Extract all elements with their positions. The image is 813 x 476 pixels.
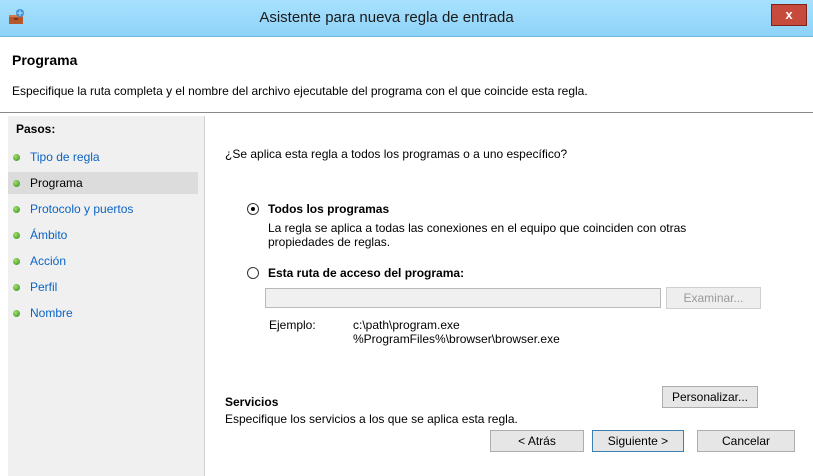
close-button[interactable]: x — [771, 4, 807, 26]
back-button[interactable]: < Atrás — [490, 430, 584, 452]
example-label: Ejemplo: — [269, 318, 316, 332]
step-ambito[interactable]: Ámbito — [8, 224, 198, 246]
step-bullet-icon — [13, 206, 20, 213]
step-bullet-icon — [13, 258, 20, 265]
header-divider — [0, 112, 813, 113]
content-pane: ¿Se aplica esta regla a todos los progra… — [205, 116, 813, 476]
customize-button[interactable]: Personalizar... — [662, 386, 758, 408]
example-path-2: %ProgramFiles%\browser\browser.exe — [353, 332, 560, 346]
step-protocolo-y-puertos[interactable]: Protocolo y puertos — [8, 198, 198, 220]
page-header: Programa Especifique la ruta completa y … — [0, 37, 813, 111]
steps-heading: Pasos: — [16, 122, 56, 136]
cancel-button[interactable]: Cancelar — [697, 430, 795, 452]
program-path-input[interactable] — [265, 288, 661, 308]
browse-button[interactable]: Examinar... — [666, 287, 761, 309]
step-label[interactable]: Tipo de regla — [30, 146, 100, 168]
step-programa[interactable]: Programa — [8, 172, 198, 194]
steps-panel: Pasos: Tipo de regla Programa Protocolo … — [8, 116, 205, 476]
step-label[interactable]: Protocolo y puertos — [30, 198, 133, 220]
example-path-1: c:\path\program.exe — [353, 318, 460, 332]
title-bar[interactable]: Asistente para nueva regla de entrada x — [0, 0, 813, 37]
page-title: Programa — [12, 52, 78, 68]
step-label[interactable]: Perfil — [30, 276, 57, 298]
step-bullet-icon — [13, 154, 20, 161]
scope-question: ¿Se aplica esta regla a todos los progra… — [225, 147, 568, 161]
all-programs-description: La regla se aplica a todas las conexione… — [268, 221, 687, 249]
wizard-window: Asistente para nueva regla de entrada x … — [0, 0, 813, 476]
step-label[interactable]: Programa — [30, 172, 83, 194]
step-nombre[interactable]: Nombre — [8, 302, 198, 324]
step-bullet-icon — [13, 310, 20, 317]
step-tipo-de-regla[interactable]: Tipo de regla — [8, 146, 198, 168]
page-description: Especifique la ruta completa y el nombre… — [12, 84, 588, 98]
step-label[interactable]: Acción — [30, 250, 66, 272]
step-perfil[interactable]: Perfil — [8, 276, 198, 298]
services-title: Servicios — [225, 395, 279, 409]
example-paths: c:\path\program.exe %ProgramFiles%\brows… — [353, 318, 560, 346]
program-path-radio[interactable] — [247, 267, 259, 279]
step-bullet-icon — [13, 232, 20, 239]
next-button[interactable]: Siguiente > — [592, 430, 684, 452]
all-programs-radio[interactable] — [247, 203, 259, 215]
services-description: Especifique los servicios a los que se a… — [225, 412, 518, 426]
step-bullet-icon — [13, 284, 20, 291]
step-bullet-icon — [13, 180, 20, 187]
step-label[interactable]: Ámbito — [30, 224, 67, 246]
step-accion[interactable]: Acción — [8, 250, 198, 272]
step-label[interactable]: Nombre — [30, 302, 73, 324]
window-title: Asistente para nueva regla de entrada — [259, 9, 514, 26]
program-path-label[interactable]: Esta ruta de acceso del programa: — [268, 266, 464, 280]
all-programs-label[interactable]: Todos los programas — [268, 202, 389, 216]
